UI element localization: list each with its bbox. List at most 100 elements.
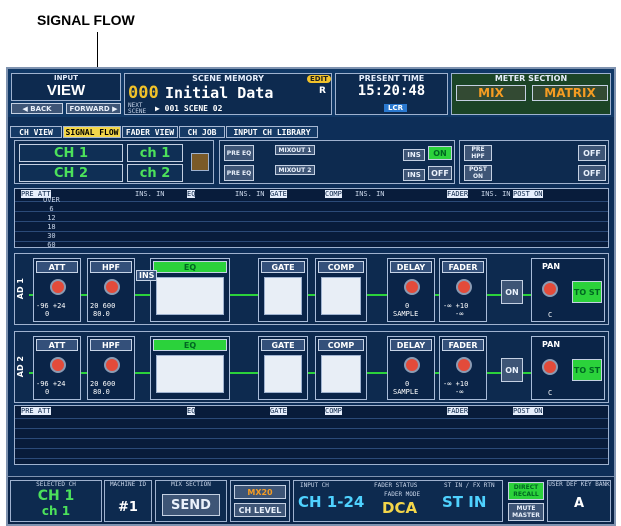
to-stereo-button[interactable]: TO ST <box>572 281 602 303</box>
comp-module[interactable]: COMP <box>315 336 367 400</box>
gate-module[interactable]: GATE <box>258 258 308 322</box>
mix20-button[interactable]: MX20 <box>234 485 286 499</box>
user-def-value[interactable]: A <box>548 496 610 511</box>
ch2-button[interactable]: CH 2 <box>19 164 123 182</box>
st-in-value[interactable]: ST IN <box>442 493 486 511</box>
channel-on-button[interactable]: ON <box>501 280 523 304</box>
gate-module[interactable]: GATE <box>258 336 308 400</box>
rotary-knob-icon[interactable] <box>104 279 120 295</box>
matrix-meter-button[interactable]: MATRIX <box>532 85 608 101</box>
pan-module[interactable]: PAN C TO ST <box>531 336 605 400</box>
fader-range: -∞ +10 <box>443 302 469 310</box>
on-toggle-1[interactable]: ON <box>428 146 452 160</box>
comp-module-header[interactable]: COMP <box>318 339 364 351</box>
next-scene[interactable]: ▶ 001 SCENE 02 <box>155 104 222 113</box>
att-value: 0 <box>45 310 50 318</box>
send-button[interactable]: SEND <box>162 494 220 516</box>
pan-label: PAN <box>542 262 561 271</box>
pan-knob-icon[interactable] <box>542 281 558 297</box>
pan-knob-icon[interactable] <box>542 359 558 375</box>
rotary-knob-icon[interactable] <box>404 357 420 373</box>
meter-label-ins-in-2: INS. IN <box>235 190 265 198</box>
hpf-value: 80.0 <box>93 388 110 396</box>
meter-label-ins-in: INS. IN <box>135 190 165 198</box>
tab-ch-view[interactable]: CH VIEW <box>10 126 62 138</box>
pre-hpf-button[interactable]: PRE HPF <box>464 145 492 161</box>
rotary-knob-icon[interactable] <box>50 357 66 373</box>
att-module[interactable]: ATT <box>33 336 81 400</box>
comp-module[interactable]: COMP <box>315 258 367 322</box>
mix-meter-button[interactable]: MIX <box>456 85 526 101</box>
scene-number: 000 <box>128 83 159 103</box>
view-button[interactable]: VIEW <box>12 82 120 100</box>
meter-label-gate-b: GATE <box>270 407 287 415</box>
eq-graph <box>156 277 224 315</box>
hpf-module-header[interactable]: HPF <box>90 261 132 273</box>
machine-id-value: #1 <box>118 500 138 515</box>
delay-value: 0 <box>405 380 410 388</box>
bottom-bar: SELECTED CH CH 1 ch 1 MACHINE ID #1 MIX … <box>8 476 614 524</box>
mixout2-button[interactable]: MIXOUT 2 <box>275 165 315 175</box>
att-module[interactable]: ATT <box>33 258 81 322</box>
gate-module-header[interactable]: GATE <box>261 339 305 351</box>
tab-input-ch-library[interactable]: INPUT CH LIBRARY <box>226 126 318 138</box>
meter-label-post-on-b: POST ON <box>513 407 543 415</box>
ins-2[interactable]: INS <box>403 169 425 181</box>
mute-master-button[interactable]: MUTE MASTER <box>508 503 544 521</box>
att-module-header[interactable]: ATT <box>36 261 78 273</box>
rotary-knob-icon[interactable] <box>456 279 472 295</box>
channel-on-button[interactable]: ON <box>501 358 523 382</box>
lcr-badge: LCR <box>384 104 407 112</box>
rotary-knob-icon[interactable] <box>50 279 66 295</box>
edit-badge[interactable]: EDIT <box>307 75 331 83</box>
library-icon[interactable] <box>191 153 209 171</box>
gate-graph <box>264 277 302 315</box>
back-button[interactable]: ◀ BACK <box>11 103 63 114</box>
mix-section-label: MIX SECTION <box>171 481 211 488</box>
direct-recall-button[interactable]: DIRECT RECALL <box>508 482 544 500</box>
eq-module-header[interactable]: EQ <box>153 261 227 273</box>
ch2-name[interactable]: ch 2 <box>127 164 183 182</box>
hpf-module-header[interactable]: HPF <box>90 339 132 351</box>
fader-status: INPUT CH FADER STATUS ST IN / FX RTN CH … <box>293 480 503 522</box>
fader-module-header[interactable]: FADER <box>442 261 484 273</box>
direct-off-2[interactable]: OFF <box>578 165 606 181</box>
fader-module-header[interactable]: FADER <box>442 339 484 351</box>
rotary-knob-icon[interactable] <box>456 357 472 373</box>
pre-eq-2[interactable]: PRE EQ <box>224 165 254 181</box>
rotary-knob-icon[interactable] <box>404 279 420 295</box>
off-toggle-2[interactable]: OFF <box>428 166 452 180</box>
post-on-button[interactable]: POST ON <box>464 165 492 181</box>
tab-signal-flow[interactable]: SIGNAL FLOW <box>63 126 121 138</box>
direct-off-1[interactable]: OFF <box>578 145 606 161</box>
pan-label: PAN <box>542 340 561 349</box>
ch-level-button[interactable]: CH LEVEL <box>234 503 286 517</box>
channel-strip: AD 2 ATT HPF EQ GATE COMP DELAY FADER -96 +24 0 20… <box>14 331 609 403</box>
screen-frame: INPUT VIEW ◀ BACK FORWARD ▶ SCENE MEMORY… <box>6 67 616 526</box>
fader-status-label: FADER STATUS <box>374 482 418 489</box>
pre-eq-1[interactable]: PRE EQ <box>224 145 254 161</box>
ins-1[interactable]: INS <box>403 149 425 161</box>
to-stereo-button[interactable]: TO ST <box>572 359 602 381</box>
gate-module-header[interactable]: GATE <box>261 261 305 273</box>
att-value: 0 <box>45 388 50 396</box>
eq-module-header[interactable]: EQ <box>153 339 227 351</box>
delay-module-header[interactable]: DELAY <box>390 339 432 351</box>
insert-indicator[interactable]: INS <box>136 270 158 281</box>
forward-button[interactable]: FORWARD ▶ <box>66 103 121 114</box>
pan-module[interactable]: PAN C TO ST <box>531 258 605 322</box>
ch1-button[interactable]: CH 1 <box>19 144 123 162</box>
att-module-header[interactable]: ATT <box>36 339 78 351</box>
ch1-name[interactable]: ch 1 <box>127 144 183 162</box>
eq-module[interactable]: EQ <box>150 336 230 400</box>
present-time-value: 15:20:48 <box>357 83 426 99</box>
comp-module-header[interactable]: COMP <box>318 261 364 273</box>
rotary-knob-icon[interactable] <box>104 357 120 373</box>
gate-graph <box>264 355 302 393</box>
delay-module-header[interactable]: DELAY <box>390 261 432 273</box>
mixout1-button[interactable]: MIXOUT 1 <box>275 145 315 155</box>
tab-fader-view[interactable]: FADER VIEW <box>122 126 178 138</box>
tab-ch-job[interactable]: CH JOB <box>179 126 225 138</box>
eq-module[interactable]: EQ <box>150 258 230 322</box>
input-ch-value[interactable]: CH 1-24 <box>298 493 364 511</box>
